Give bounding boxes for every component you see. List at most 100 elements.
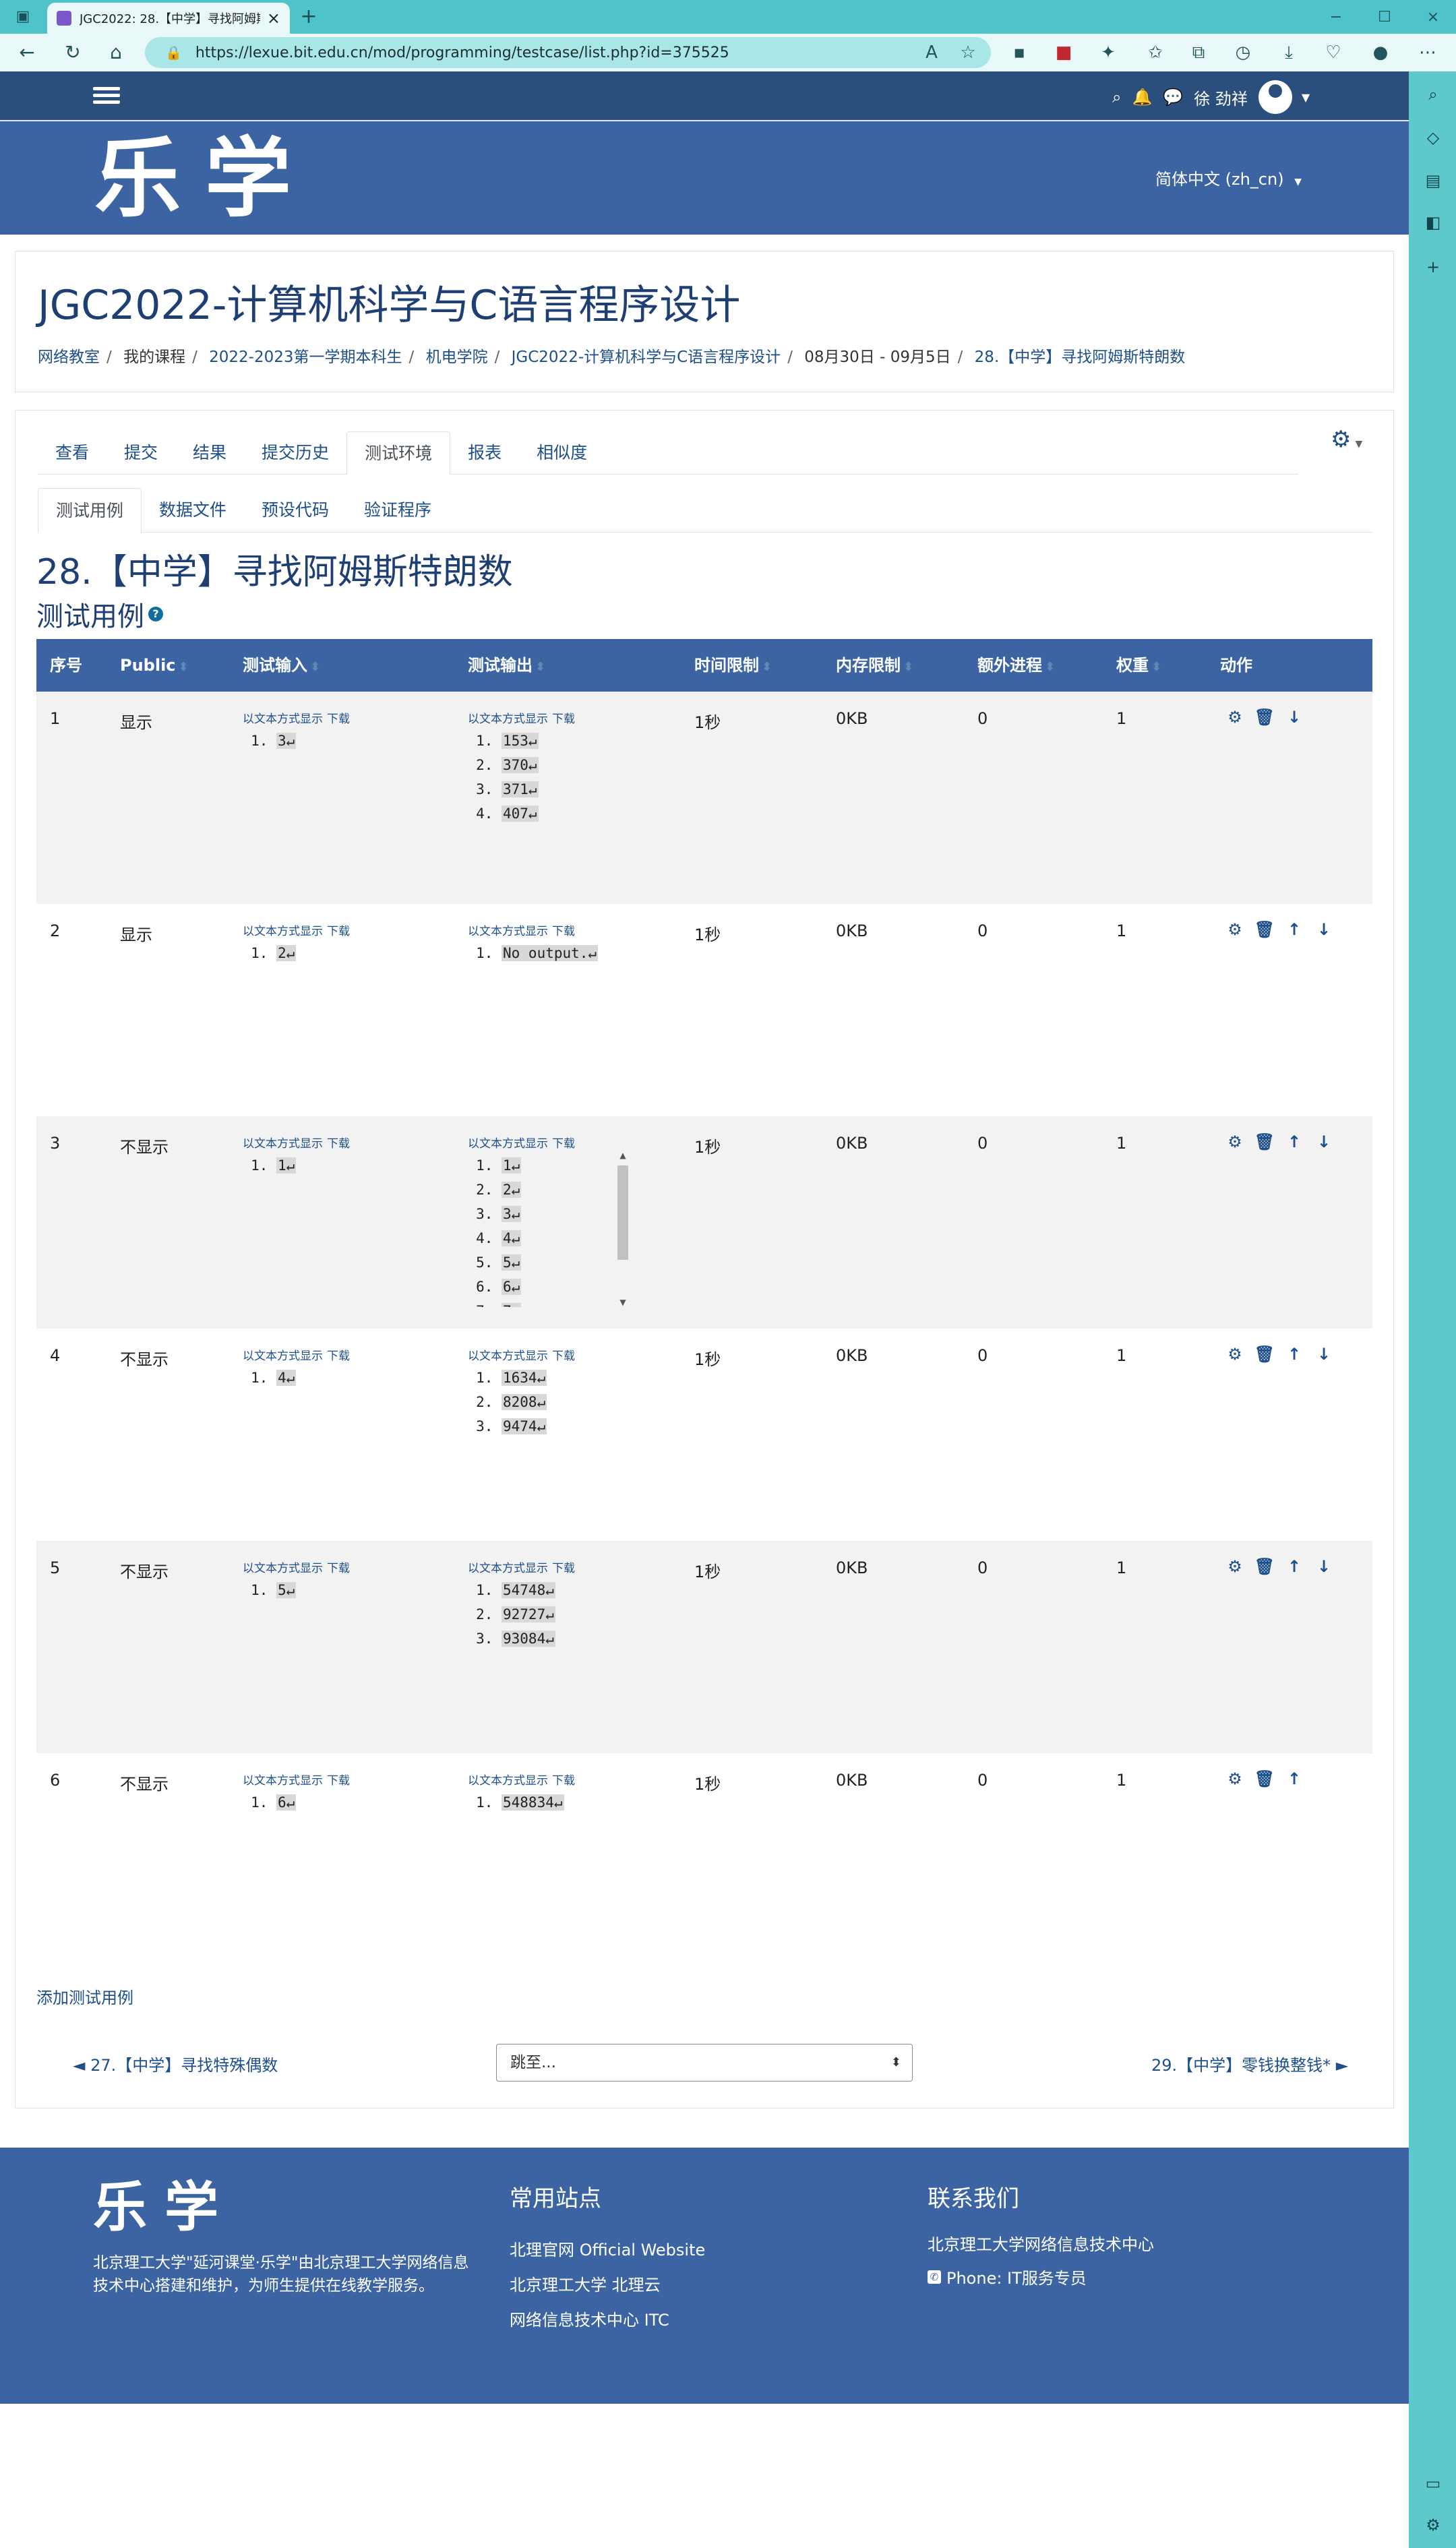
tab-results[interactable]: 结果	[175, 431, 244, 475]
tab-testcases[interactable]: 测试用例	[38, 488, 142, 533]
download-link[interactable]: 下载	[327, 1562, 350, 1575]
footer-site-link[interactable]: 北京理工大学 北理云	[510, 2272, 661, 2295]
read-aloud-icon[interactable]: A	[919, 40, 944, 65]
favorite-add-icon[interactable]: ☆	[956, 40, 980, 65]
footer-site-link[interactable]: 网络信息技术中心 ITC	[510, 2307, 669, 2330]
show-as-text-link[interactable]: 以文本方式显示	[468, 1562, 548, 1575]
chevron-down-icon[interactable]: ▼	[1302, 91, 1310, 104]
new-tab-button[interactable]: +	[297, 5, 321, 30]
show-as-text-link[interactable]: 以文本方式显示	[243, 1774, 323, 1788]
sidebar-panel-icon[interactable]: ▭	[1421, 2471, 1445, 2495]
jump-to-select[interactable]: 跳至... ⬍	[496, 2044, 913, 2082]
show-as-text-link[interactable]: 以文本方式显示	[468, 1774, 548, 1788]
sidebar-settings-icon[interactable]: ⚙	[1421, 2513, 1445, 2537]
gear-icon[interactable]: ⚙ ▼	[1331, 426, 1362, 453]
tab-view[interactable]: 查看	[38, 431, 107, 475]
show-as-text-link[interactable]: 以文本方式显示	[243, 1137, 323, 1151]
download-link[interactable]: 下载	[552, 1349, 575, 1363]
show-as-text-link[interactable]: 以文本方式显示	[468, 925, 548, 938]
extension-red-icon[interactable]: ■	[1052, 40, 1076, 65]
move-down-icon[interactable]: ↓	[1309, 1557, 1339, 1576]
scroll-thumb[interactable]	[617, 1165, 628, 1260]
download-link[interactable]: 下载	[327, 1774, 350, 1788]
sidebar-office-icon[interactable]: ◧	[1421, 210, 1445, 235]
footer-site-link[interactable]: 北理官网 Official Website	[510, 2237, 705, 2260]
search-icon[interactable]: ⌕	[1112, 88, 1121, 107]
tab-test-environment[interactable]: 测试环境	[346, 431, 451, 475]
move-up-icon[interactable]: ↑	[1279, 1557, 1309, 1576]
show-as-text-link[interactable]: 以文本方式显示	[243, 925, 323, 938]
col-header-input[interactable]: 测试输入 ⬍	[243, 639, 320, 692]
close-window-icon[interactable]: ×	[1420, 5, 1447, 30]
delete-trash-icon[interactable]: 🗑	[1250, 1132, 1279, 1151]
scroll-down-icon[interactable]: ▼	[616, 1298, 630, 1307]
breadcrumb-item[interactable]: 28.【中学】寻找阿姆斯特朗数	[975, 348, 1186, 366]
download-link[interactable]: 下载	[327, 1137, 350, 1151]
col-header-weight[interactable]: 权重 ⬍	[1116, 639, 1161, 692]
prev-activity-link[interactable]: ◄ 27.【中学】寻找特殊偶数	[73, 2052, 278, 2075]
tab-data-files[interactable]: 数据文件	[142, 488, 244, 533]
edit-gear-icon[interactable]: ⚙	[1220, 708, 1250, 727]
more-menu-icon[interactable]: ⋯	[1416, 40, 1440, 65]
breadcrumb-item[interactable]: 2022-2023第一学期本科生	[209, 348, 402, 366]
col-header-memory[interactable]: 内存限制 ⬍	[836, 639, 913, 692]
collections-icon[interactable]: ⧉	[1186, 40, 1211, 65]
help-icon[interactable]: ?	[148, 607, 163, 621]
tab-reports[interactable]: 报表	[450, 431, 519, 475]
avatar[interactable]	[1258, 80, 1292, 114]
close-tab-icon[interactable]: ×	[267, 9, 280, 28]
download-link[interactable]: 下载	[327, 925, 350, 938]
move-down-icon[interactable]: ↓	[1309, 920, 1339, 939]
chat-icon[interactable]: 💬	[1163, 88, 1183, 107]
download-link[interactable]: 下载	[552, 925, 575, 938]
scroll-up-icon[interactable]: ▲	[616, 1151, 630, 1160]
user-name[interactable]: 徐 劲祥	[1194, 86, 1248, 109]
show-as-text-link[interactable]: 以文本方式显示	[468, 1349, 548, 1363]
language-selector[interactable]: 简体中文 (zh_cn) ▼	[1155, 166, 1302, 189]
profile-icon[interactable]: ●	[1368, 40, 1393, 65]
extension-puzzle-icon[interactable]: ✦	[1096, 40, 1120, 65]
back-icon[interactable]: ←	[13, 39, 40, 66]
maximize-icon[interactable]: ☐	[1371, 5, 1398, 30]
sidebar-toolbox-icon[interactable]: ▤	[1421, 169, 1445, 193]
delete-trash-icon[interactable]: 🗑	[1250, 1557, 1279, 1576]
home-icon[interactable]: ⌂	[102, 39, 129, 66]
tab-actions-icon[interactable]: ▣	[11, 8, 35, 28]
tab-similarity[interactable]: 相似度	[519, 431, 605, 475]
sidebar-search-icon[interactable]: ⌕	[1421, 82, 1445, 107]
tab-submit-history[interactable]: 提交历史	[244, 431, 346, 475]
download-link[interactable]: 下载	[552, 712, 575, 726]
refresh-icon[interactable]: ↻	[59, 39, 86, 66]
delete-trash-icon[interactable]: 🗑	[1250, 1769, 1279, 1788]
move-up-icon[interactable]: ↑	[1279, 920, 1309, 939]
show-as-text-link[interactable]: 以文本方式显示	[468, 1137, 548, 1151]
site-logo[interactable]: 乐学	[94, 128, 315, 229]
next-activity-link[interactable]: 29.【中学】零钱换整钱* ►	[1151, 2052, 1348, 2075]
scrollbar[interactable]: ▲ ▼	[616, 1151, 630, 1307]
breadcrumb-item[interactable]: JGC2022-计算机科学与C语言程序设计	[512, 348, 781, 366]
edit-gear-icon[interactable]: ⚙	[1220, 1557, 1250, 1576]
delete-trash-icon[interactable]: 🗑	[1250, 920, 1279, 939]
tab-preset-code[interactable]: 预设代码	[244, 488, 346, 533]
show-as-text-link[interactable]: 以文本方式显示	[243, 1349, 323, 1363]
move-up-icon[interactable]: ↑	[1279, 1345, 1309, 1364]
browser-essentials-icon[interactable]: ♡	[1321, 40, 1345, 65]
browser-tab[interactable]: JGC2022: 28.【中学】寻找阿姆斯 ×	[47, 3, 290, 34]
move-up-icon[interactable]: ↑	[1279, 1769, 1309, 1788]
edit-gear-icon[interactable]: ⚙	[1220, 1132, 1250, 1151]
move-down-icon[interactable]: ↓	[1309, 1132, 1339, 1151]
edit-gear-icon[interactable]: ⚙	[1220, 1345, 1250, 1364]
show-as-text-link[interactable]: 以文本方式显示	[243, 1562, 323, 1575]
download-icon[interactable]: ⤓	[1277, 40, 1301, 65]
edit-gear-icon[interactable]: ⚙	[1220, 920, 1250, 939]
extension-icon[interactable]: ▪	[1007, 40, 1031, 65]
download-link[interactable]: 下载	[552, 1137, 575, 1151]
url-field[interactable]: 🔒 https://lexue.bit.edu.cn/mod/programmi…	[145, 37, 991, 68]
breadcrumb-item[interactable]: 机电学院	[426, 348, 488, 366]
download-link[interactable]: 下载	[552, 1774, 575, 1788]
output-scroll-area[interactable]: 1↵2↵3↵4↵5↵6↵7↵▲▼	[468, 1151, 630, 1307]
download-link[interactable]: 下载	[327, 1349, 350, 1363]
show-as-text-link[interactable]: 以文本方式显示	[243, 712, 323, 726]
tab-validator[interactable]: 验证程序	[346, 488, 449, 533]
move-up-icon[interactable]: ↑	[1279, 1132, 1309, 1151]
